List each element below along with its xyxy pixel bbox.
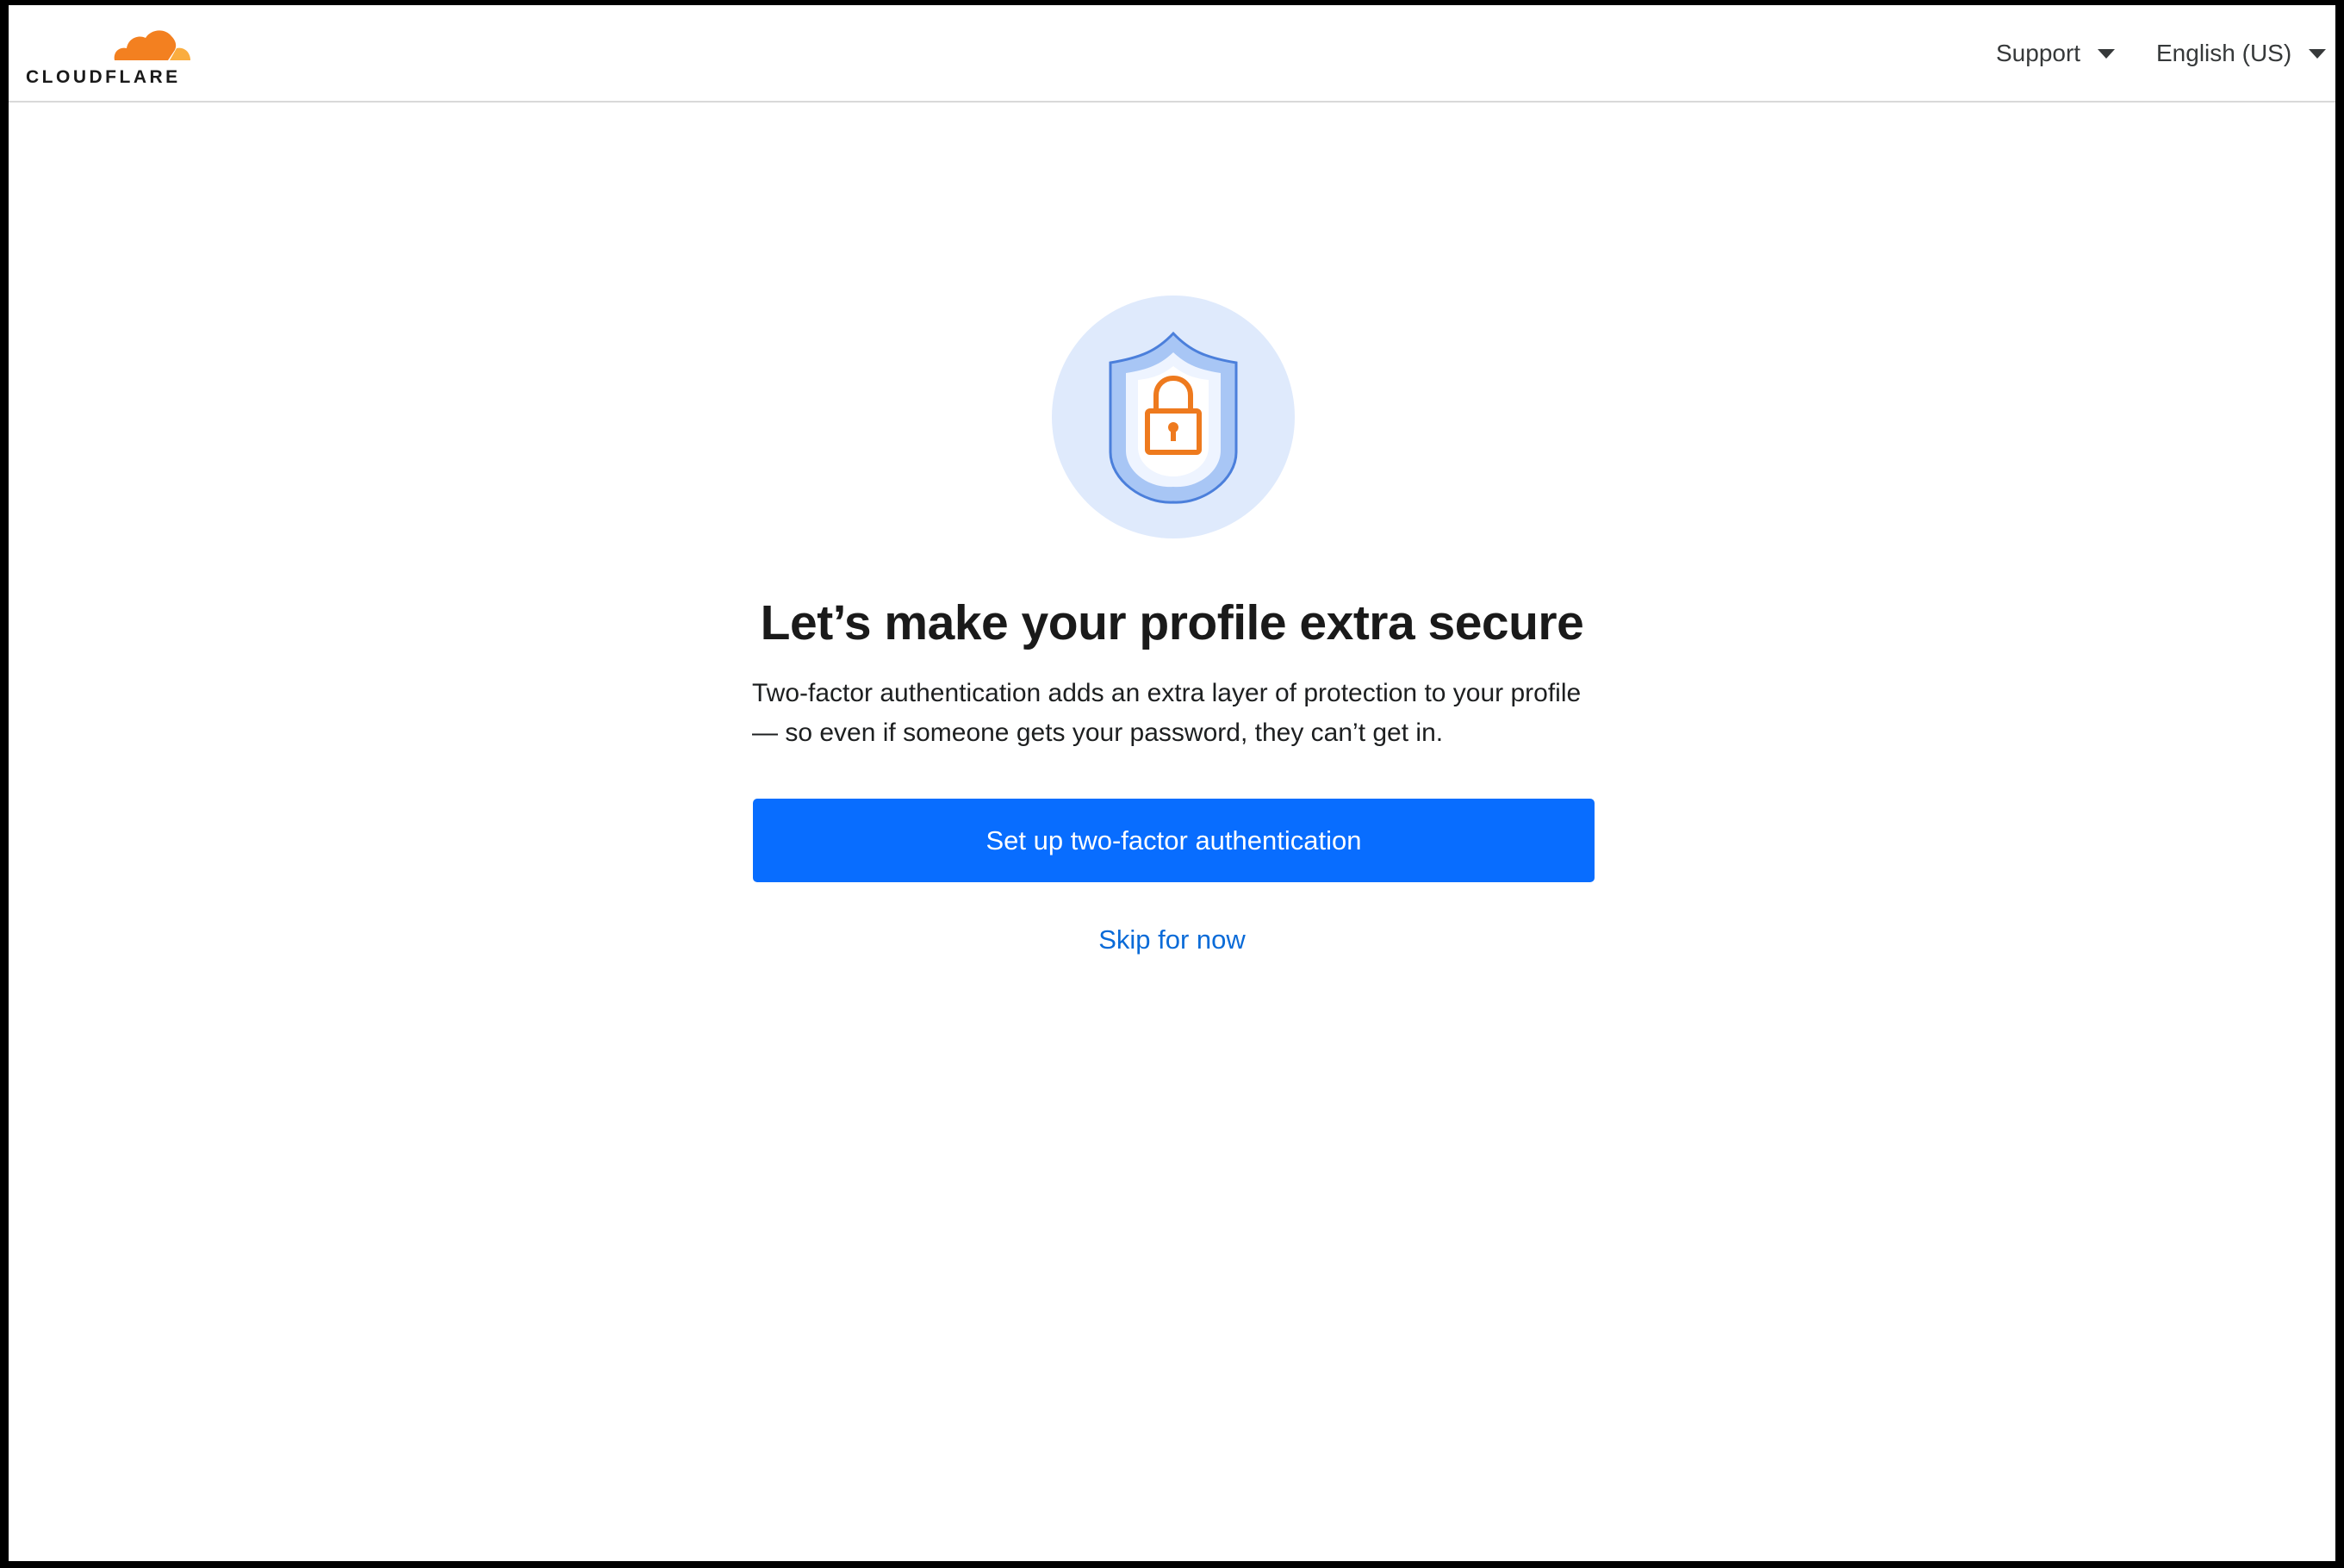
page-title: Let’s make your profile extra secure <box>760 595 1584 650</box>
support-label: Support <box>1996 40 2081 66</box>
top-navigation-bar: CLOUDFLARE Support English (US) <box>9 5 2335 103</box>
page-description: Two-factor authentication adds an extra … <box>752 679 1582 747</box>
language-dropdown[interactable]: English (US) <box>2156 40 2327 67</box>
caret-down-icon <box>2309 48 2327 59</box>
browser-viewport: CLOUDFLARE Support English (US) Let’s ma… <box>9 5 2335 1561</box>
cloudflare-cloud-icon <box>114 30 190 63</box>
language-label: English (US) <box>2156 40 2292 66</box>
cloudflare-logo[interactable]: CLOUDFLARE <box>26 22 198 91</box>
support-dropdown[interactable]: Support <box>1996 40 2116 67</box>
setup-two-factor-button[interactable]: Set up two-factor authentication <box>753 799 1595 882</box>
skip-for-now-link[interactable]: Skip for now <box>9 924 2335 955</box>
caret-down-icon <box>2098 48 2116 59</box>
logo-wordmark: CLOUDFLARE <box>26 67 181 87</box>
shield-lock-icon <box>1052 296 1295 538</box>
